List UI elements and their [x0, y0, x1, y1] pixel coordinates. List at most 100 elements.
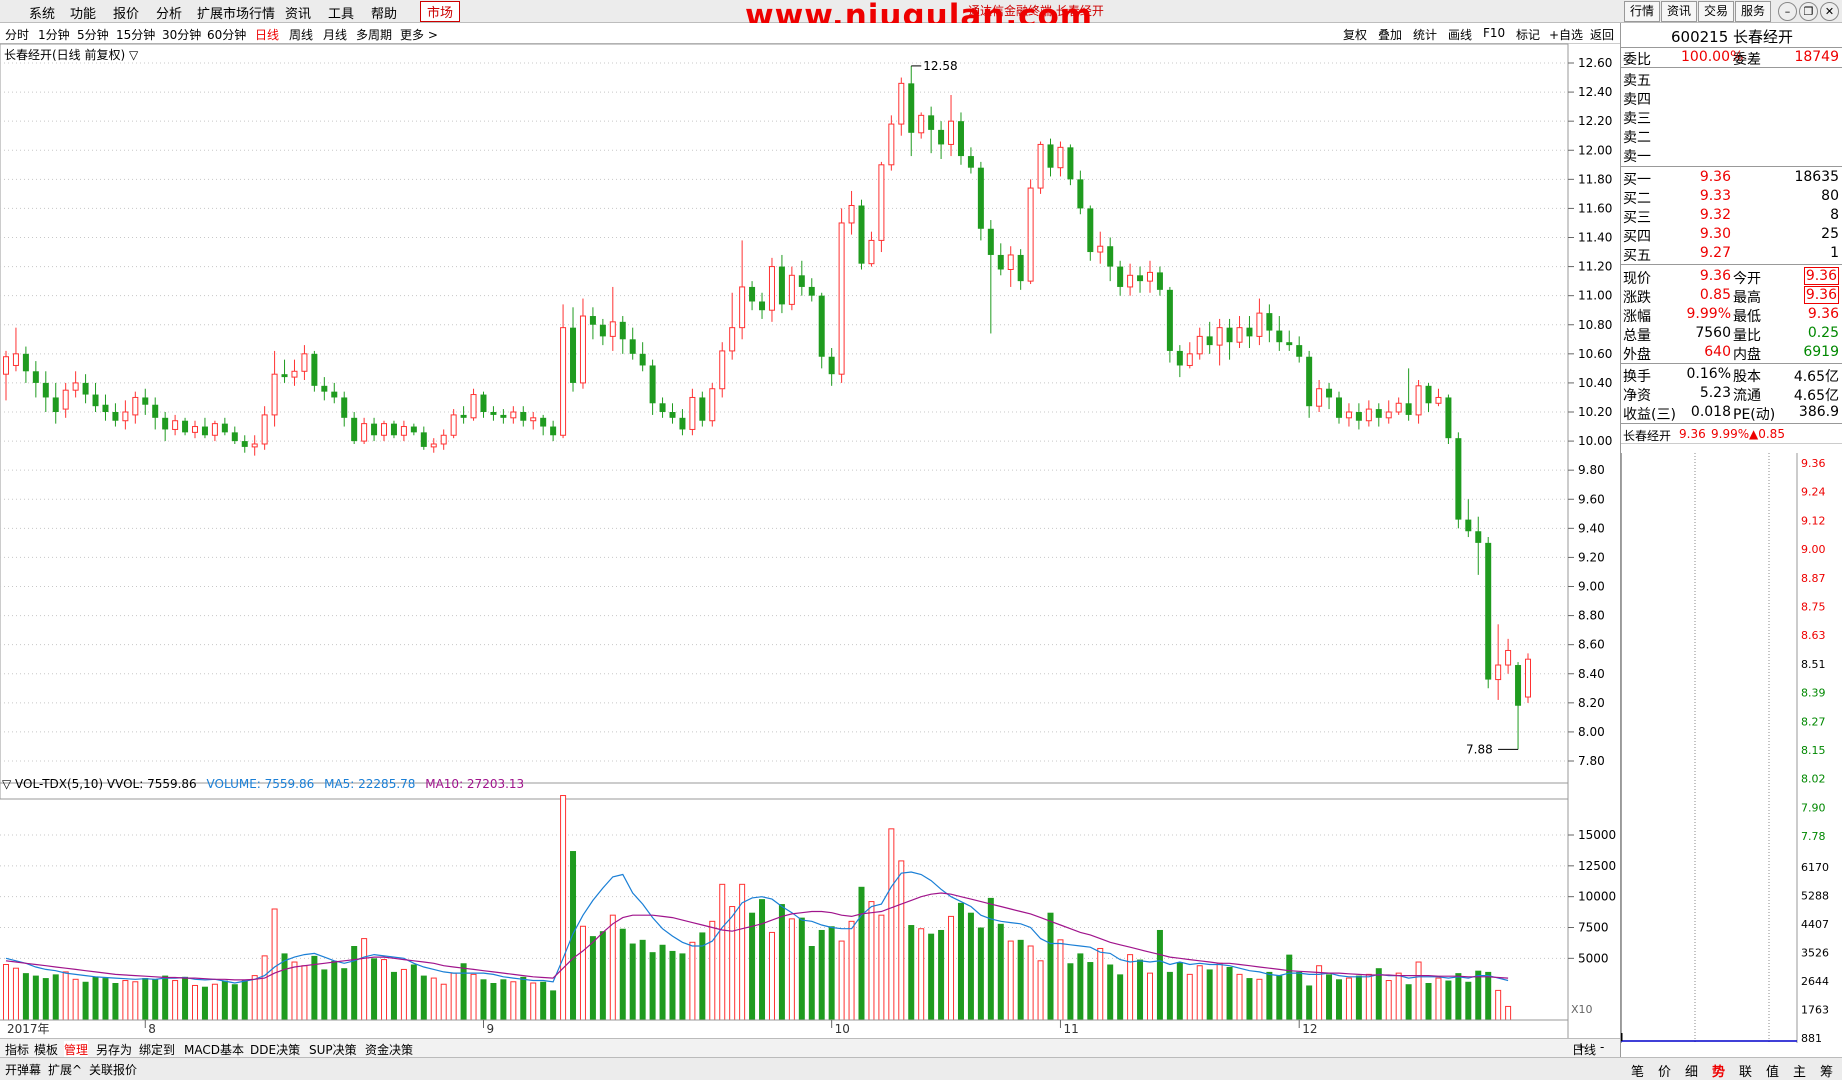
- candle[interactable]: [1166, 286, 1173, 363]
- candle[interactable]: [172, 414, 179, 436]
- candle[interactable]: [1276, 316, 1283, 351]
- candle[interactable]: [132, 391, 139, 424]
- candle[interactable]: [62, 382, 69, 418]
- candle[interactable]: [1375, 403, 1382, 427]
- panel-tab[interactable]: 细: [1685, 1061, 1698, 1080]
- candle[interactable]: [361, 417, 368, 444]
- candle[interactable]: [848, 190, 855, 235]
- extend-button[interactable]: 扩展^: [48, 1061, 82, 1078]
- candle[interactable]: [1316, 380, 1323, 412]
- candle[interactable]: [1246, 316, 1253, 349]
- candle[interactable]: [351, 412, 358, 444]
- candle[interactable]: [440, 429, 447, 450]
- candle[interactable]: [1087, 205, 1094, 261]
- candle[interactable]: [808, 278, 815, 302]
- candle[interactable]: [1146, 260, 1153, 293]
- tab-template[interactable]: 模板: [34, 1041, 58, 1058]
- candle[interactable]: [759, 292, 766, 319]
- candle[interactable]: [570, 307, 577, 392]
- candle[interactable]: [1355, 403, 1362, 430]
- candle[interactable]: [371, 417, 378, 442]
- candle[interactable]: [500, 409, 507, 424]
- top-button-market[interactable]: 行情: [1624, 1, 1660, 22]
- candle[interactable]: [530, 412, 537, 430]
- top-button-news[interactable]: 资讯: [1661, 1, 1697, 22]
- menu-market[interactable]: 市场: [420, 1, 461, 22]
- candle[interactable]: [162, 412, 169, 442]
- panel-tab[interactable]: 势: [1712, 1061, 1725, 1080]
- candle[interactable]: [1425, 382, 1432, 412]
- candle[interactable]: [1266, 304, 1273, 343]
- candle[interactable]: [838, 208, 845, 383]
- candle[interactable]: [1037, 141, 1044, 194]
- candle[interactable]: [271, 350, 278, 427]
- panel-tab[interactable]: 联: [1739, 1061, 1752, 1080]
- menu-function[interactable]: 功能: [70, 3, 96, 22]
- menu-quote[interactable]: 报价: [113, 3, 139, 22]
- candle[interactable]: [669, 403, 676, 424]
- candle[interactable]: [1405, 368, 1412, 421]
- menu-system[interactable]: 系统: [29, 3, 55, 22]
- candle[interactable]: [858, 199, 865, 270]
- candle[interactable]: [1107, 237, 1114, 282]
- menu-news[interactable]: 资讯: [285, 3, 311, 22]
- candle[interactable]: [470, 388, 477, 421]
- candle[interactable]: [818, 292, 825, 369]
- candle[interactable]: [1176, 345, 1183, 378]
- tab-manage[interactable]: 管理: [64, 1041, 89, 1058]
- candle[interactable]: [22, 346, 29, 383]
- candle[interactable]: [32, 361, 39, 398]
- candle[interactable]: [1097, 231, 1104, 264]
- candle[interactable]: [739, 240, 746, 340]
- candle[interactable]: [1196, 327, 1203, 360]
- candle[interactable]: [261, 406, 268, 450]
- candle[interactable]: [390, 420, 397, 439]
- candle[interactable]: [102, 394, 109, 421]
- candle[interactable]: [42, 371, 49, 412]
- danmaku-button[interactable]: 开弹幕: [5, 1061, 41, 1078]
- candle[interactable]: [1017, 249, 1024, 290]
- candle[interactable]: [410, 423, 417, 436]
- candle[interactable]: [82, 374, 89, 404]
- candle[interactable]: [1226, 318, 1233, 360]
- candle[interactable]: [788, 266, 795, 311]
- candle[interactable]: [1395, 397, 1402, 415]
- menu-analysis[interactable]: 分析: [156, 3, 182, 22]
- candle[interactable]: [112, 403, 119, 427]
- tab-save-as[interactable]: 另存为: [96, 1041, 132, 1058]
- candle[interactable]: [400, 420, 407, 442]
- candle[interactable]: [122, 400, 129, 430]
- menu-tools[interactable]: 工具: [328, 3, 354, 22]
- candle[interactable]: [510, 406, 517, 424]
- candle[interactable]: [241, 435, 248, 453]
- candle[interactable]: [1077, 170, 1084, 215]
- candle[interactable]: [938, 121, 945, 159]
- linked-quote-button[interactable]: 关联报价: [89, 1061, 137, 1078]
- candle[interactable]: [540, 414, 547, 436]
- candle[interactable]: [311, 350, 318, 392]
- minimize-icon[interactable]: –: [1778, 2, 1797, 21]
- candle[interactable]: [1445, 394, 1452, 444]
- candle[interactable]: [609, 286, 616, 351]
- candle[interactable]: [221, 417, 228, 436]
- candle[interactable]: [977, 161, 984, 241]
- panel-tab[interactable]: 值: [1766, 1061, 1779, 1080]
- candle[interactable]: [1256, 298, 1263, 346]
- candle[interactable]: [1007, 246, 1014, 287]
- candle[interactable]: [828, 348, 835, 386]
- candle[interactable]: [689, 388, 696, 436]
- candle[interactable]: [331, 382, 338, 404]
- panel-tab[interactable]: 价: [1658, 1061, 1671, 1080]
- candle[interactable]: [1345, 403, 1352, 427]
- candle[interactable]: [957, 112, 964, 165]
- candle[interactable]: [589, 307, 596, 340]
- zoom-out-button[interactable]: -: [1600, 1040, 1604, 1054]
- candle[interactable]: [1057, 141, 1064, 177]
- panel-tab[interactable]: 笔: [1631, 1061, 1644, 1080]
- candle[interactable]: [251, 435, 258, 456]
- candle[interactable]: [1206, 321, 1213, 354]
- candle[interactable]: [1027, 179, 1034, 285]
- candle[interactable]: [918, 112, 925, 139]
- candle[interactable]: [182, 417, 189, 436]
- candle[interactable]: [1117, 260, 1124, 296]
